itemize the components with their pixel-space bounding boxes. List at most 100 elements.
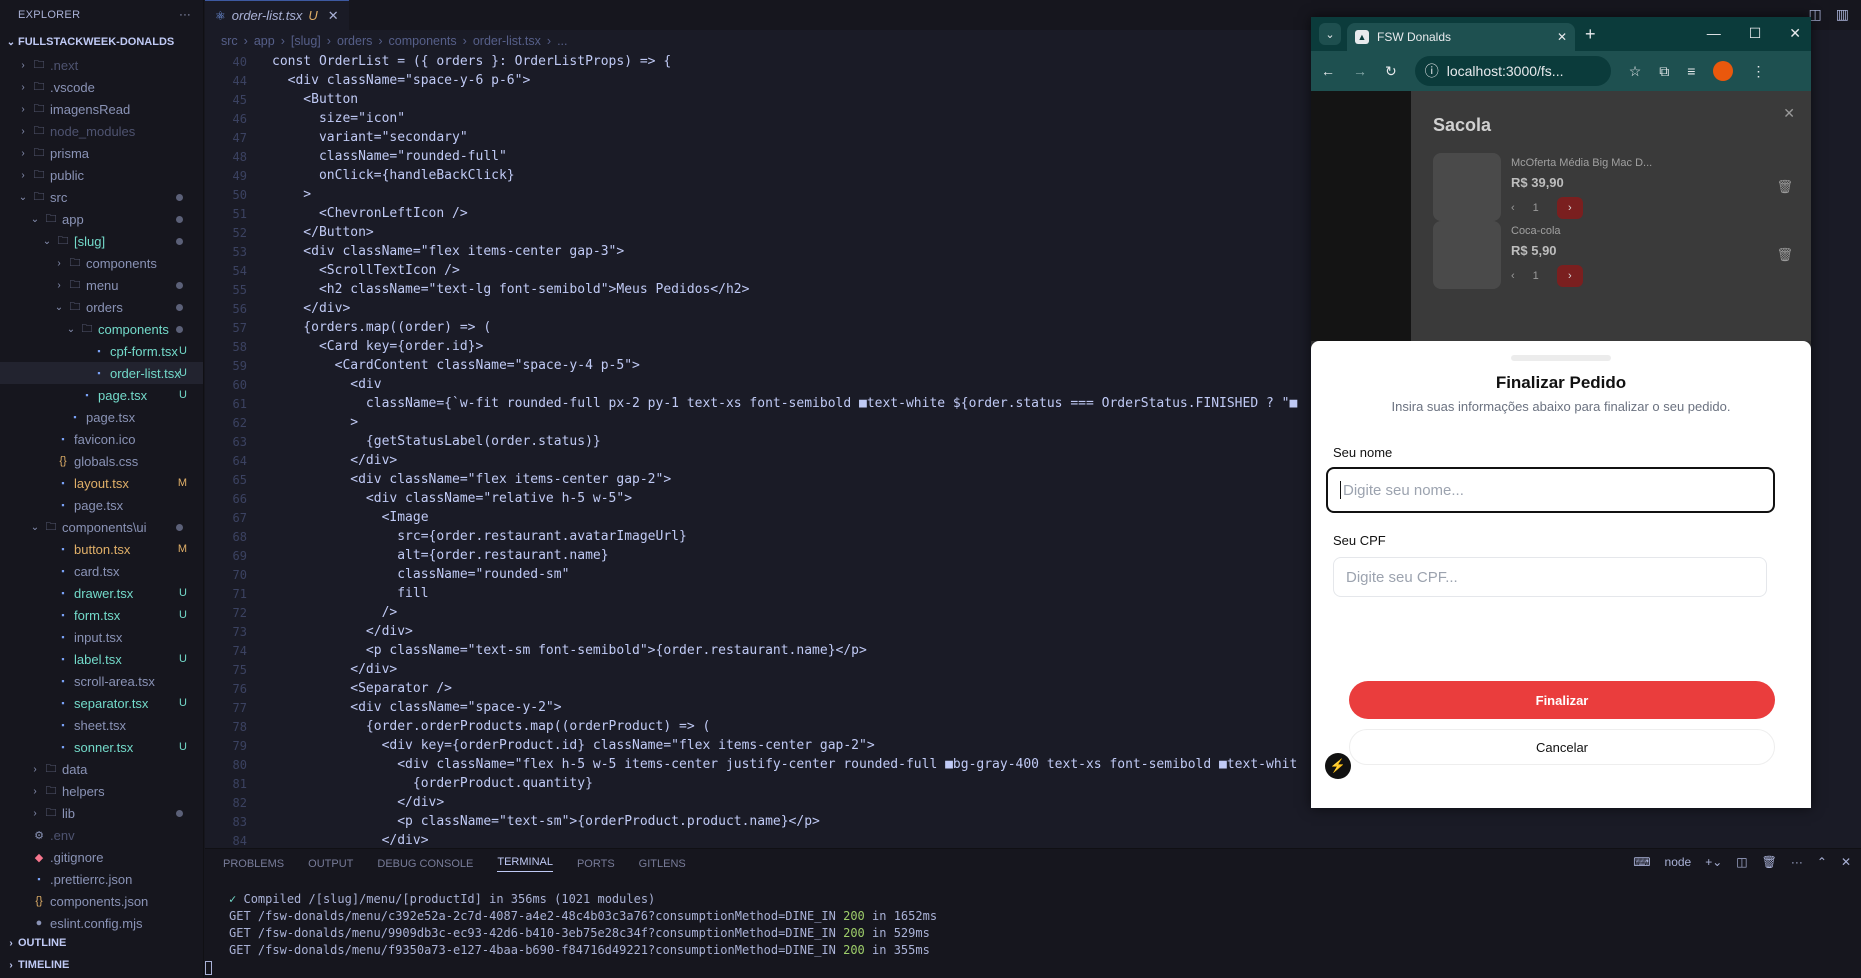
- breadcrumb-item[interactable]: orders: [337, 34, 372, 48]
- breadcrumb-item[interactable]: ...: [557, 34, 567, 48]
- back-icon[interactable]: ←: [1321, 63, 1335, 79]
- tree-item[interactable]: › 🗀 .vscode: [0, 76, 203, 98]
- breadcrumb-item[interactable]: src: [221, 34, 238, 48]
- tree-item[interactable]: ● eslint.config.mjs: [0, 912, 203, 934]
- maximize-icon[interactable]: ⌃: [1817, 855, 1827, 869]
- drawer-handle[interactable]: [1511, 355, 1611, 361]
- tree-item[interactable]: › 🗀 public: [0, 164, 203, 186]
- tree-item[interactable]: ⌄ 🗀 src: [0, 186, 203, 208]
- layout-icon[interactable]: ▥: [1836, 6, 1849, 23]
- tree-item[interactable]: › 🗀 helpers: [0, 780, 203, 802]
- cpf-field[interactable]: Digite seu CPF...: [1333, 557, 1767, 597]
- tree-item[interactable]: ⌄ 🗀 [slug]: [0, 230, 203, 252]
- tree-item[interactable]: ▪ sheet.tsx: [0, 714, 203, 736]
- close-icon[interactable]: ✕: [328, 8, 339, 24]
- tree-item[interactable]: ⌄ 🗀 orders: [0, 296, 203, 318]
- breadcrumb-item[interactable]: app: [254, 34, 275, 48]
- tree-item[interactable]: ▪ form.tsx U: [0, 604, 203, 626]
- tree-item[interactable]: ▪ page.tsx: [0, 406, 203, 428]
- tree-item[interactable]: ▪ page.tsx U: [0, 384, 203, 406]
- trash-icon[interactable]: 🗑: [1776, 247, 1793, 263]
- tree-item[interactable]: ▪ input.tsx: [0, 626, 203, 648]
- tree-item[interactable]: › 🗀 menu: [0, 274, 203, 296]
- shell-name[interactable]: node: [1665, 855, 1692, 869]
- bookmark-star-icon[interactable]: ☆: [1629, 63, 1642, 80]
- project-root[interactable]: ⌄ FULLSTACKWEEK-DONALDS: [0, 30, 203, 54]
- name-field[interactable]: Digite seu nome...: [1326, 467, 1775, 513]
- panel-tab[interactable]: GITLENS: [639, 858, 686, 870]
- cancelar-button[interactable]: Cancelar: [1349, 729, 1775, 765]
- nextjs-lightning-icon[interactable]: ⚡: [1325, 753, 1351, 779]
- tree-item[interactable]: ▪ favicon.ico: [0, 428, 203, 450]
- tree-item[interactable]: › 🗀 imagensRead: [0, 98, 203, 120]
- forward-icon[interactable]: →: [1353, 63, 1367, 79]
- terminal-output[interactable]: ✓ Compiled /[slug]/menu/[productId] in 3…: [205, 879, 1861, 975]
- tree-item[interactable]: ▪ cpf-form.tsx U: [0, 340, 203, 362]
- chevron-left-icon[interactable]: ‹: [1511, 202, 1515, 214]
- panel-tab[interactable]: OUTPUT: [308, 858, 353, 870]
- tree-item[interactable]: ▪ drawer.tsx U: [0, 582, 203, 604]
- tree-item[interactable]: › 🗀 data: [0, 758, 203, 780]
- panel-tab[interactable]: TERMINAL: [497, 856, 553, 872]
- tree-item[interactable]: ▪ page.tsx: [0, 494, 203, 516]
- extensions-icon[interactable]: ⧉: [1659, 63, 1669, 80]
- tree-item[interactable]: › 🗀 components: [0, 252, 203, 274]
- close-window-icon[interactable]: ✕: [1789, 25, 1801, 42]
- line-number: 68: [232, 529, 247, 544]
- url-field[interactable]: ⓘ localhost:3000/fs...: [1414, 56, 1611, 86]
- tree-item[interactable]: ▪ layout.tsx M: [0, 472, 203, 494]
- close-icon[interactable]: ✕: [1783, 105, 1795, 122]
- tree-item[interactable]: ▪ separator.tsx U: [0, 692, 203, 714]
- breadcrumb-item[interactable]: [slug]: [291, 34, 321, 48]
- close-tab-icon[interactable]: ✕: [1557, 30, 1567, 44]
- more-actions-icon[interactable]: ···: [179, 9, 191, 21]
- chevron-left-icon[interactable]: ‹: [1511, 270, 1515, 282]
- breadcrumb-item[interactable]: components: [389, 34, 457, 48]
- split-icon[interactable]: ◫: [1736, 855, 1747, 869]
- tree-item[interactable]: › 🗀 prisma: [0, 142, 203, 164]
- finalizar-button[interactable]: Finalizar: [1349, 681, 1775, 719]
- tree-item[interactable]: ⚙ .env: [0, 824, 203, 846]
- more-icon[interactable]: ···: [1791, 855, 1803, 869]
- outline-section[interactable]: › OUTLINE: [0, 932, 204, 954]
- minimize-icon[interactable]: —: [1707, 25, 1721, 42]
- tree-item[interactable]: ⌄ 🗀 app: [0, 208, 203, 230]
- reload-icon[interactable]: ↻: [1385, 63, 1397, 80]
- add-terminal-icon[interactable]: +⌄: [1705, 855, 1722, 869]
- panel-tab[interactable]: PROBLEMS: [223, 858, 284, 870]
- site-info-icon[interactable]: ⓘ: [1425, 61, 1439, 81]
- line-number: 64: [232, 453, 247, 468]
- tree-item[interactable]: ▪ scroll-area.tsx: [0, 670, 203, 692]
- panel-tab[interactable]: DEBUG CONSOLE: [377, 858, 473, 870]
- tree-item[interactable]: {} components.json: [0, 890, 203, 912]
- tree-item[interactable]: › 🗀 lib: [0, 802, 203, 824]
- tree-item[interactable]: ▪ label.tsx U: [0, 648, 203, 670]
- timeline-section[interactable]: › TIMELINE: [0, 954, 204, 976]
- tree-item[interactable]: › 🗀 node_modules: [0, 120, 203, 142]
- tree-item[interactable]: ▪ .prettierrc.json: [0, 868, 203, 890]
- chevron-right-icon[interactable]: ›: [1556, 265, 1583, 287]
- trash-icon[interactable]: 🗑: [1776, 179, 1793, 195]
- tree-item[interactable]: ⌄ 🗀 components\ui: [0, 516, 203, 538]
- tree-item[interactable]: {} globals.css: [0, 450, 203, 472]
- tree-item[interactable]: ▪ sonner.tsx U: [0, 736, 203, 758]
- new-tab-icon[interactable]: +: [1585, 24, 1596, 45]
- menu-kebab-icon[interactable]: ⋮: [1751, 63, 1765, 80]
- close-panel-icon[interactable]: ✕: [1841, 855, 1851, 869]
- tab-search-icon[interactable]: ⌄: [1319, 23, 1341, 45]
- profile-avatar[interactable]: [1713, 61, 1734, 81]
- panel-tab[interactable]: PORTS: [577, 858, 615, 870]
- breadcrumb-item[interactable]: order-list.tsx: [473, 34, 541, 48]
- maximize-window-icon[interactable]: ☐: [1749, 25, 1762, 42]
- tree-item[interactable]: ▪ button.tsx M: [0, 538, 203, 560]
- tab-order-list[interactable]: ⚛ order-list.tsx U ✕: [205, 0, 349, 30]
- trash-icon[interactable]: 🗑: [1762, 855, 1777, 869]
- tree-item[interactable]: ▪ card.tsx: [0, 560, 203, 582]
- browser-tab[interactable]: ▲ FSW Donalds ✕: [1347, 23, 1575, 51]
- tree-item[interactable]: ◆ .gitignore: [0, 846, 203, 868]
- tree-item[interactable]: › 🗀 .next: [0, 54, 203, 76]
- tree-item[interactable]: ⌄ 🗀 components: [0, 318, 203, 340]
- media-icon[interactable]: ≡: [1687, 63, 1695, 79]
- chevron-right-icon[interactable]: ›: [1556, 197, 1583, 219]
- tree-item[interactable]: ▪ order-list.tsx U: [0, 362, 203, 384]
